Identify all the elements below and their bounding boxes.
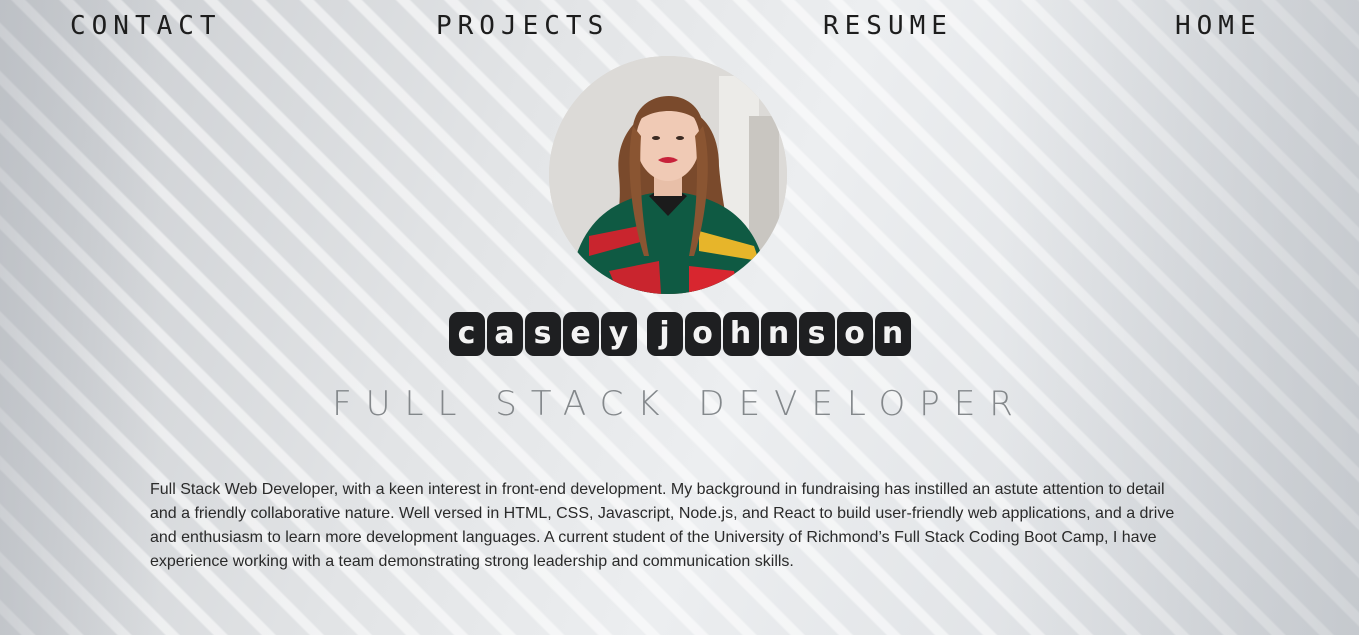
name-letter-tile: s <box>524 312 561 356</box>
nav-link-home[interactable]: HOME <box>1175 10 1262 42</box>
name-letter-tile: e <box>562 312 599 356</box>
name-letter-tile: s <box>798 312 835 356</box>
nav-link-projects[interactable]: PROJECTS <box>436 10 609 42</box>
name-letter-tile: o <box>836 312 873 356</box>
profile-title: FULL STACK DEVELOPER <box>332 384 1027 424</box>
name-letter-tile: n <box>760 312 797 356</box>
profile-photo-illustration <box>549 56 787 294</box>
nav-link-contact[interactable]: CONTACT <box>70 10 222 42</box>
profile-name: caseyjohnson <box>0 312 1359 356</box>
name-letter-tile: h <box>722 312 759 356</box>
profile-bio: Full Stack Web Developer, with a keen in… <box>150 481 1175 570</box>
name-letter-tile: j <box>646 312 683 356</box>
name-letter-tile: c <box>448 312 485 356</box>
name-letter-tile: n <box>874 312 911 356</box>
name-letter-gap <box>638 312 646 356</box>
name-letter-tile: o <box>684 312 721 356</box>
nav-link-resume[interactable]: RESUME <box>823 10 953 42</box>
name-letter-tile: a <box>486 312 523 356</box>
name-letter-tile: y <box>600 312 637 356</box>
profile-photo <box>549 56 787 294</box>
top-nav: CONTACT PROJECTS RESUME HOME <box>0 10 1359 42</box>
profile-name-tiles: caseyjohnson <box>448 312 912 356</box>
